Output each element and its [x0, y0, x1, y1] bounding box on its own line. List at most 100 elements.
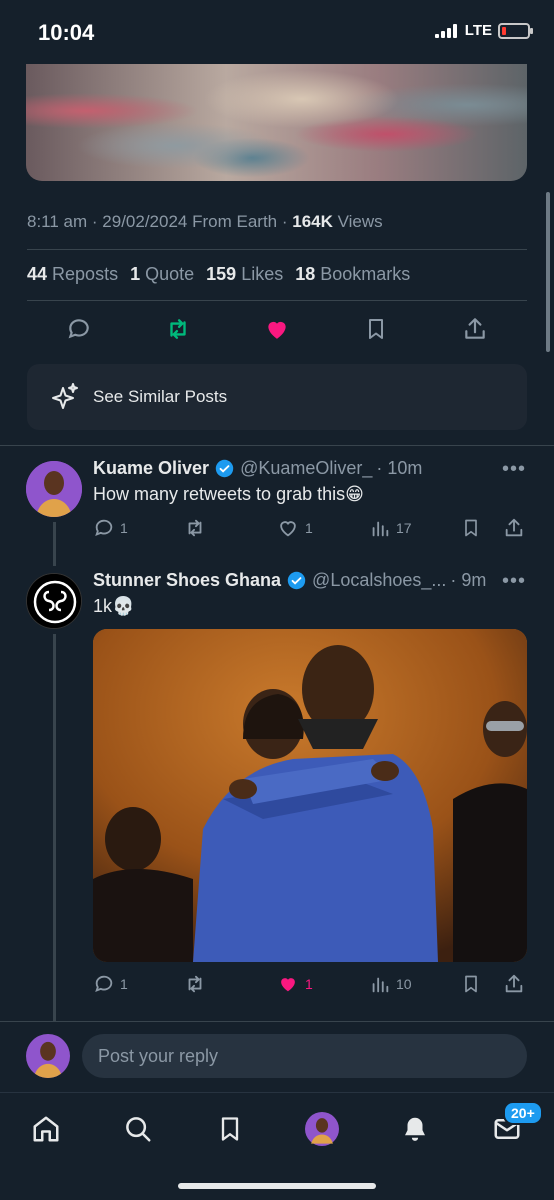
repost-icon	[188, 975, 202, 993]
views-button[interactable]: 10	[369, 969, 412, 999]
bar-chart-icon	[372, 521, 389, 537]
more-options-icon[interactable]: •••	[502, 570, 526, 593]
status-bar: 10:04 LTE	[0, 0, 554, 64]
post-date: 29/02/2024	[102, 212, 188, 231]
quote-stat[interactable]: 1 Quote	[130, 264, 194, 285]
more-options-icon[interactable]: •••	[502, 458, 526, 481]
reply-button[interactable]	[30, 310, 128, 348]
author-handle[interactable]: @Localshoes_...	[312, 570, 446, 591]
author-handle[interactable]: @KuameOliver_	[240, 458, 372, 479]
like-button[interactable]	[228, 310, 326, 348]
scrollbar[interactable]	[546, 192, 550, 352]
like-count: 1	[305, 520, 313, 536]
post-views-label: Views	[337, 212, 383, 231]
nav-bookmarks[interactable]	[208, 1107, 252, 1151]
my-avatar[interactable]	[26, 1034, 70, 1078]
nav-notifications[interactable]	[393, 1107, 437, 1151]
verified-badge-icon	[287, 571, 306, 590]
avatar[interactable]	[26, 461, 82, 517]
nav-profile[interactable]	[300, 1107, 344, 1151]
share-button[interactable]	[426, 310, 524, 348]
bookmarks-stat[interactable]: 18 Bookmarks	[295, 264, 410, 285]
like-count: 1	[305, 976, 313, 992]
home-icon	[33, 1116, 59, 1142]
tweet-header: Stunner Shoes Ghana @Localshoes_... · 9m	[93, 570, 486, 591]
repost-button[interactable]	[183, 513, 207, 543]
stunner-shoes-logo	[27, 574, 81, 628]
bookmark-button[interactable]	[461, 969, 481, 999]
author-name[interactable]: Kuame Oliver	[93, 458, 209, 479]
tweet-actions: 1 1 10	[93, 969, 527, 999]
repost-icon	[170, 319, 186, 339]
reply-composer: Post your reply	[0, 1022, 554, 1092]
reply-count: 1	[120, 520, 128, 536]
tweet-time: · 9m	[450, 570, 487, 590]
divider	[27, 300, 527, 301]
tweet-text: How many retweets to grab this😁	[93, 484, 364, 504]
bookmark-icon	[465, 975, 477, 993]
bell-icon	[405, 1117, 425, 1141]
nav-search[interactable]	[116, 1107, 160, 1151]
tweet-time: · 10m	[376, 458, 423, 478]
bookmark-icon	[369, 319, 383, 339]
thread-line	[53, 522, 56, 566]
repost-icon	[188, 519, 202, 537]
bar-chart-icon	[372, 977, 389, 993]
photo-content	[93, 629, 527, 962]
share-icon	[465, 318, 485, 339]
section-divider	[0, 445, 554, 446]
repost-button[interactable]	[183, 969, 207, 999]
heart-filled-icon	[281, 978, 295, 992]
tweet-photo[interactable]	[93, 629, 527, 962]
status-indicators: LTE	[434, 22, 533, 39]
battery-icon	[498, 22, 533, 39]
avatar-image	[26, 461, 82, 517]
share-icon	[505, 974, 523, 993]
share-button[interactable]	[503, 513, 525, 543]
home-indicator[interactable]	[178, 1183, 376, 1189]
avatar-image	[26, 1034, 70, 1078]
tweet-text: 1k💀	[93, 596, 135, 616]
reposts-stat[interactable]: 44 Reposts	[27, 264, 118, 285]
post-source: From Earth	[192, 212, 278, 231]
post-views-count: 164K	[292, 212, 333, 231]
bookmark-button[interactable]	[461, 513, 481, 543]
avatar[interactable]	[26, 573, 82, 629]
author-name[interactable]: Stunner Shoes Ghana	[93, 570, 281, 591]
heart-filled-icon	[268, 321, 286, 339]
reply-input[interactable]: Post your reply	[82, 1034, 527, 1078]
tweet-header: Kuame Oliver @KuameOliver_ · 10m	[93, 458, 422, 479]
reply-button[interactable]: 1	[93, 969, 128, 999]
post-stats: 44 Reposts 1 Quote 159 Likes 18 Bookmarks	[27, 264, 410, 285]
post-meta: 8:11 am · 29/02/2024 From Earth · 164K V…	[27, 212, 383, 231]
reply-button[interactable]: 1	[93, 513, 128, 543]
network-type: LTE	[464, 22, 492, 39]
verified-badge-icon	[215, 459, 234, 478]
view-count: 17	[396, 520, 412, 536]
bookmark-icon	[465, 519, 477, 537]
reply-icon	[68, 319, 89, 339]
like-button[interactable]: 1	[276, 513, 313, 543]
share-icon	[505, 518, 523, 537]
avatar-icon	[305, 1112, 339, 1146]
see-similar-label: See Similar Posts	[93, 387, 228, 406]
post-action-bar	[30, 310, 524, 348]
bookmark-button[interactable]	[327, 310, 425, 348]
views-button[interactable]: 17	[369, 513, 412, 543]
messages-badge: 20+	[503, 1101, 543, 1125]
post-image[interactable]	[26, 64, 527, 181]
nav-home[interactable]	[24, 1107, 68, 1151]
thread-line	[53, 634, 56, 1022]
post-time: 8:11 am	[27, 212, 88, 231]
heart-icon	[280, 521, 296, 537]
reply-icon	[95, 519, 113, 536]
bookmark-icon	[221, 1117, 239, 1141]
share-button[interactable]	[503, 969, 525, 999]
like-button[interactable]: 1	[276, 969, 313, 999]
likes-stat[interactable]: 159 Likes	[206, 264, 283, 285]
reply-icon	[95, 975, 113, 992]
see-similar-posts-button[interactable]: See Similar Posts	[27, 364, 527, 430]
reply-count: 1	[120, 976, 128, 992]
search-icon	[126, 1117, 151, 1142]
repost-button[interactable]	[129, 310, 227, 348]
